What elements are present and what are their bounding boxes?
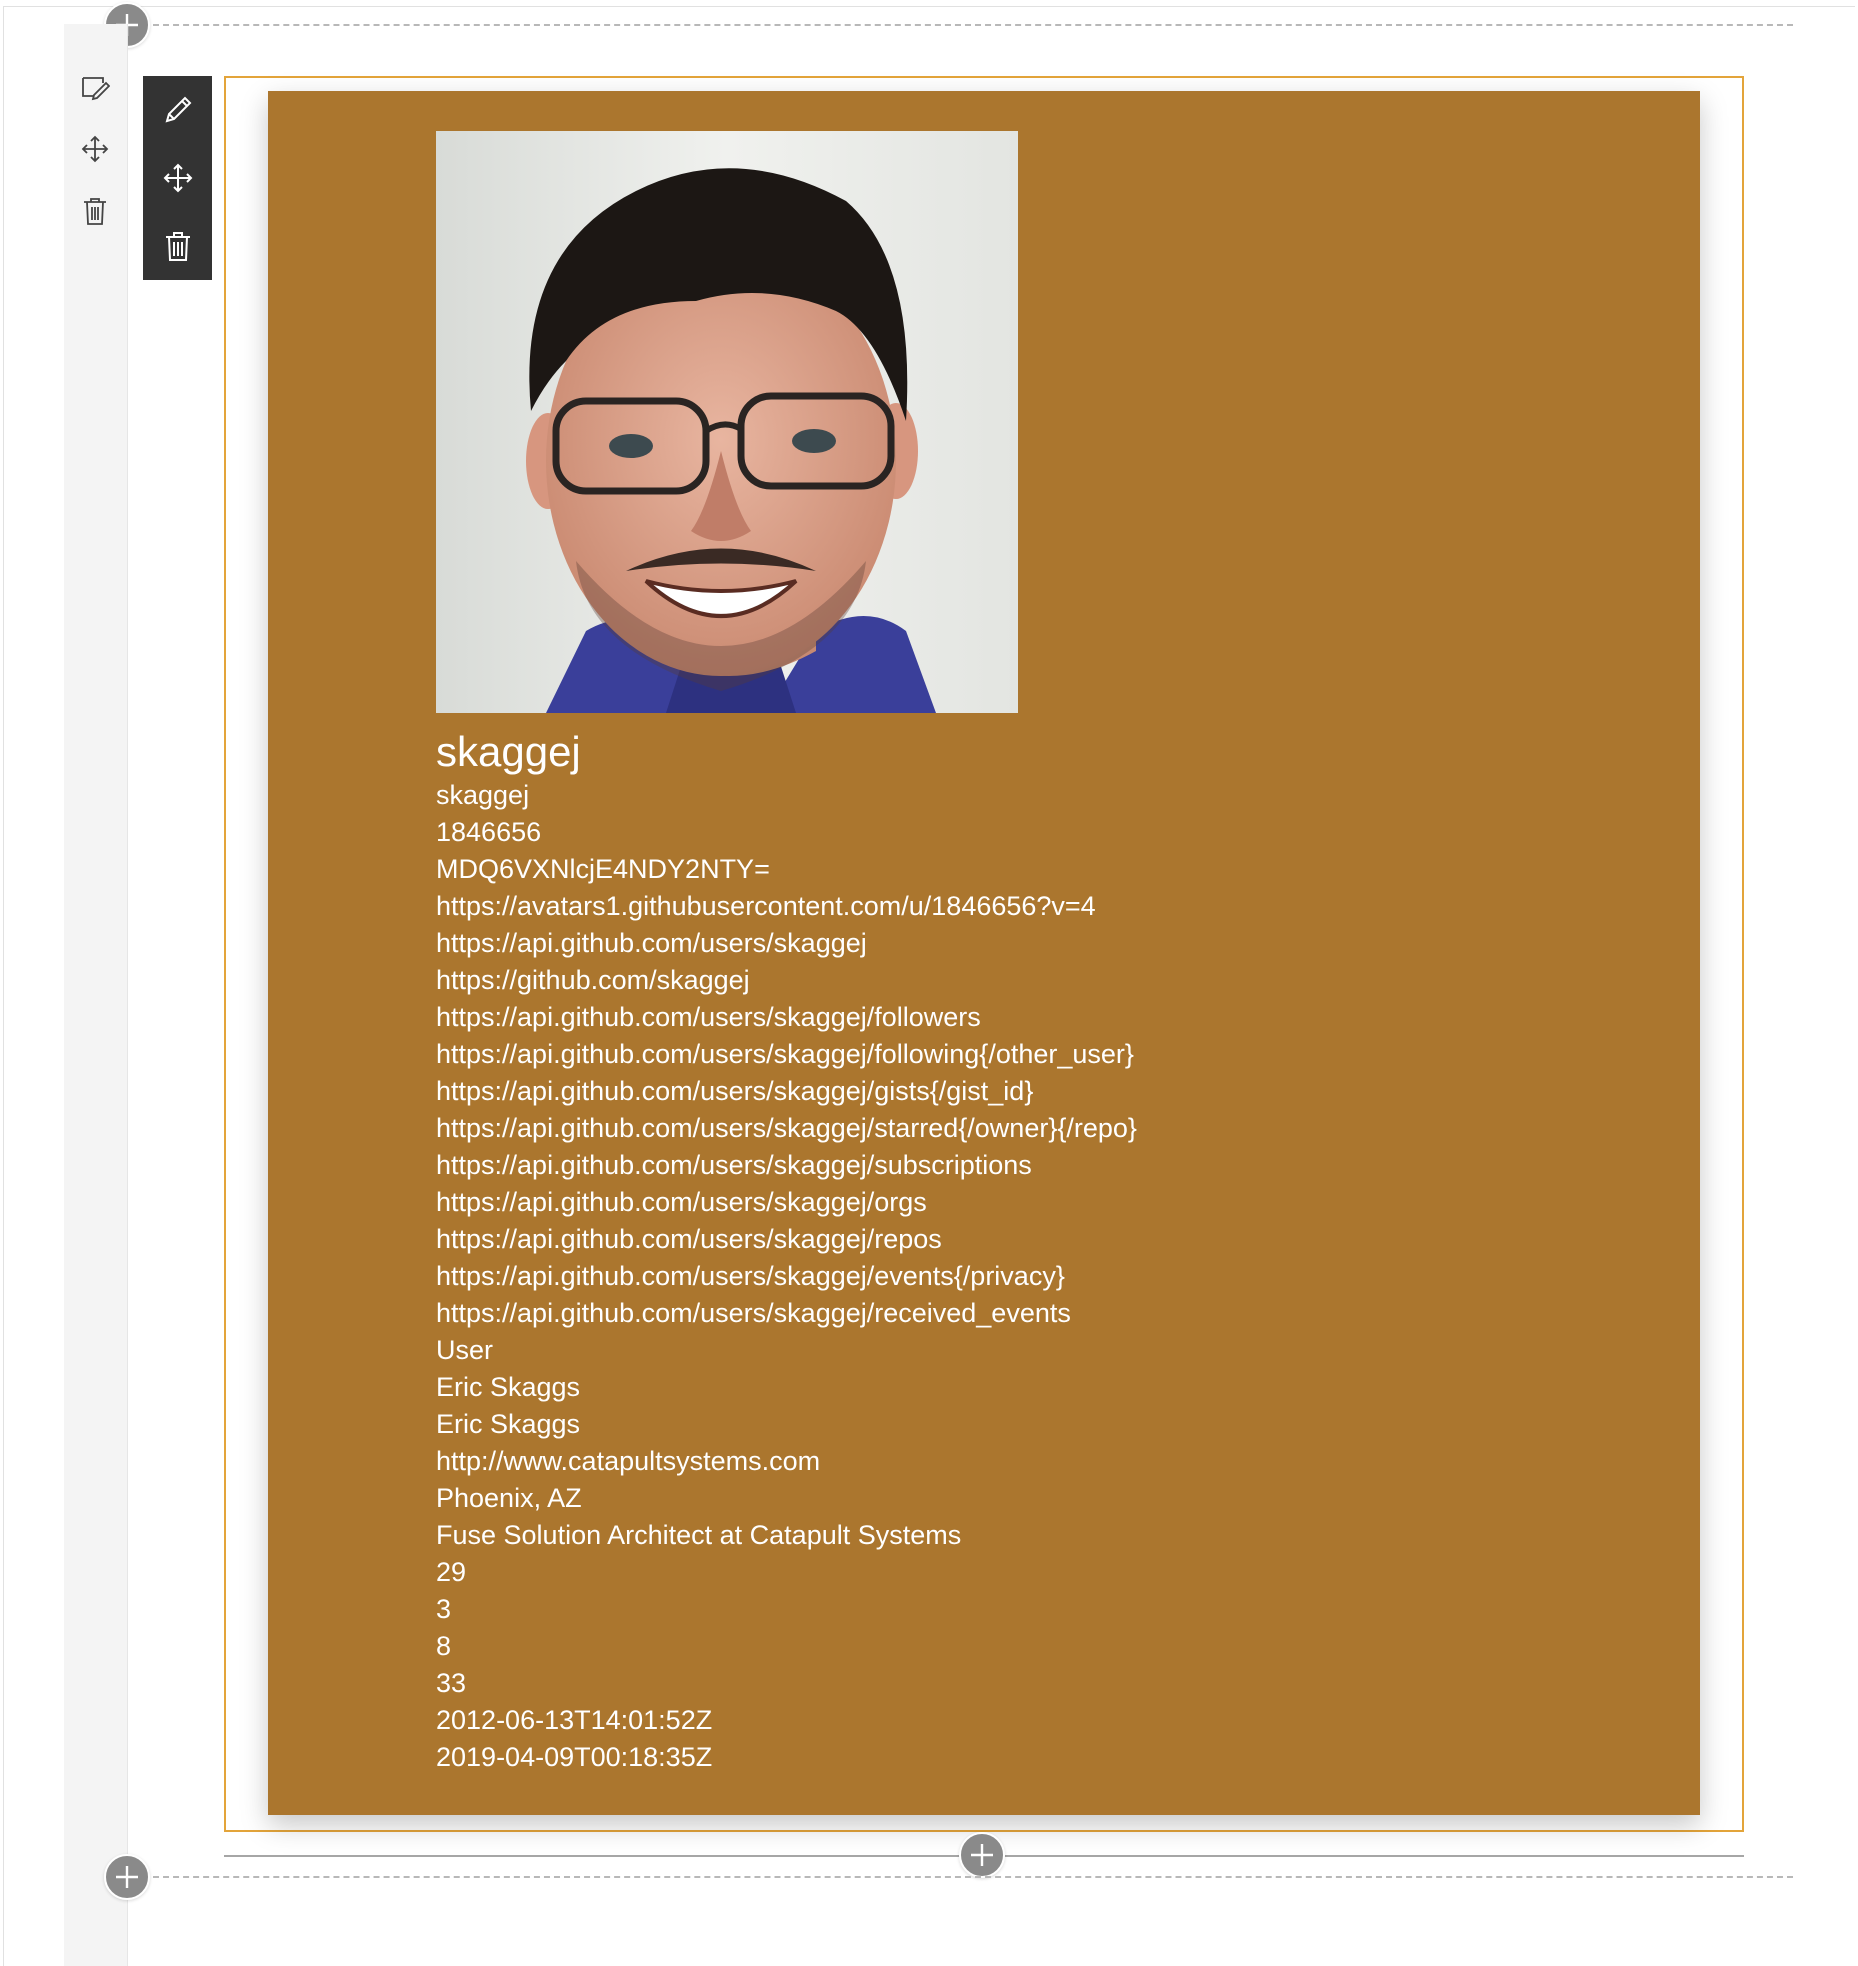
profile-login-title: skaggej — [436, 728, 581, 775]
profile-field: Fuse Solution Architect at Catapult Syst… — [436, 1520, 962, 1550]
profile-field: 1846656 — [436, 817, 542, 847]
profile-field: https://api.github.com/users/skaggej/sta… — [436, 1113, 1137, 1143]
profile-field: Eric Skaggs — [436, 1409, 581, 1439]
edit-webpart-button[interactable] — [143, 76, 212, 144]
pencil-icon — [165, 96, 191, 123]
profile-field: https://api.github.com/users/skaggej/sub… — [436, 1150, 1032, 1180]
profile-field: 2019-04-09T00:18:35Z — [436, 1742, 713, 1772]
profile-field: 3 — [436, 1594, 452, 1624]
edit-section-icon — [82, 77, 110, 101]
profile-field: 8 — [436, 1631, 452, 1661]
delete-webpart-button[interactable] — [143, 212, 212, 280]
add-section-bottom-button[interactable] — [104, 1854, 150, 1900]
delete-section-icon — [84, 198, 106, 225]
avatar — [436, 131, 1018, 713]
profile-field: Eric Skaggs — [436, 1372, 581, 1402]
trash-icon — [165, 232, 190, 261]
profile-field: https://api.github.com/users/skaggej/eve… — [436, 1261, 1065, 1291]
profile-field: http://www.catapultsystems.com — [436, 1446, 821, 1476]
profile-field: https://api.github.com/users/skaggej/fol… — [436, 1039, 1134, 1069]
profile-field: https://api.github.com/users/skaggej — [436, 928, 867, 958]
profile-field: 33 — [436, 1668, 467, 1698]
section-toolbar — [64, 24, 128, 1966]
profile-field: https://avatars1.githubusercontent.com/u… — [436, 891, 1096, 921]
section-divider-bottom — [153, 1876, 1793, 1878]
profile-field: 29 — [436, 1557, 467, 1587]
delete-section-button[interactable] — [78, 194, 112, 228]
profile-field: https://api.github.com/users/skaggej/rec… — [436, 1298, 1071, 1328]
profile-field: skaggej — [436, 780, 530, 810]
avatar-image — [436, 131, 1018, 713]
profile-field: https://api.github.com/users/skaggej/gis… — [436, 1076, 1034, 1106]
profile-field: User — [436, 1335, 494, 1365]
profile-field: https://api.github.com/users/skaggej/org… — [436, 1187, 927, 1217]
profile-field: 2012-06-13T14:01:52Z — [436, 1705, 713, 1735]
profile-field: https://api.github.com/users/skaggej/fol… — [436, 1002, 981, 1032]
move-section-icon — [81, 135, 109, 163]
profile-field: Phoenix, AZ — [436, 1483, 582, 1513]
plus-icon — [116, 1866, 138, 1888]
section-divider-top — [153, 24, 1793, 26]
edit-section-button[interactable] — [78, 70, 112, 104]
profile-fields-list: skaggej 1846656 MDQ6VXNlcjE4NDY2NTY= https:… — [436, 777, 1137, 1776]
add-webpart-button[interactable] — [959, 1832, 1005, 1878]
move-webpart-button[interactable] — [143, 144, 212, 212]
profile-field: https://github.com/skaggej — [436, 965, 750, 995]
plus-icon — [971, 1844, 993, 1866]
webpart-toolbar — [143, 76, 212, 280]
move-section-button[interactable] — [78, 132, 112, 166]
move-icon — [163, 163, 192, 193]
profile-field: MDQ6VXNlcjE4NDY2NTY= — [436, 854, 770, 884]
profile-field: https://api.github.com/users/skaggej/rep… — [436, 1224, 942, 1254]
profile-card: skaggej skaggej 1846656 MDQ6VXNlcjE4NDY2NT… — [268, 91, 1700, 1815]
